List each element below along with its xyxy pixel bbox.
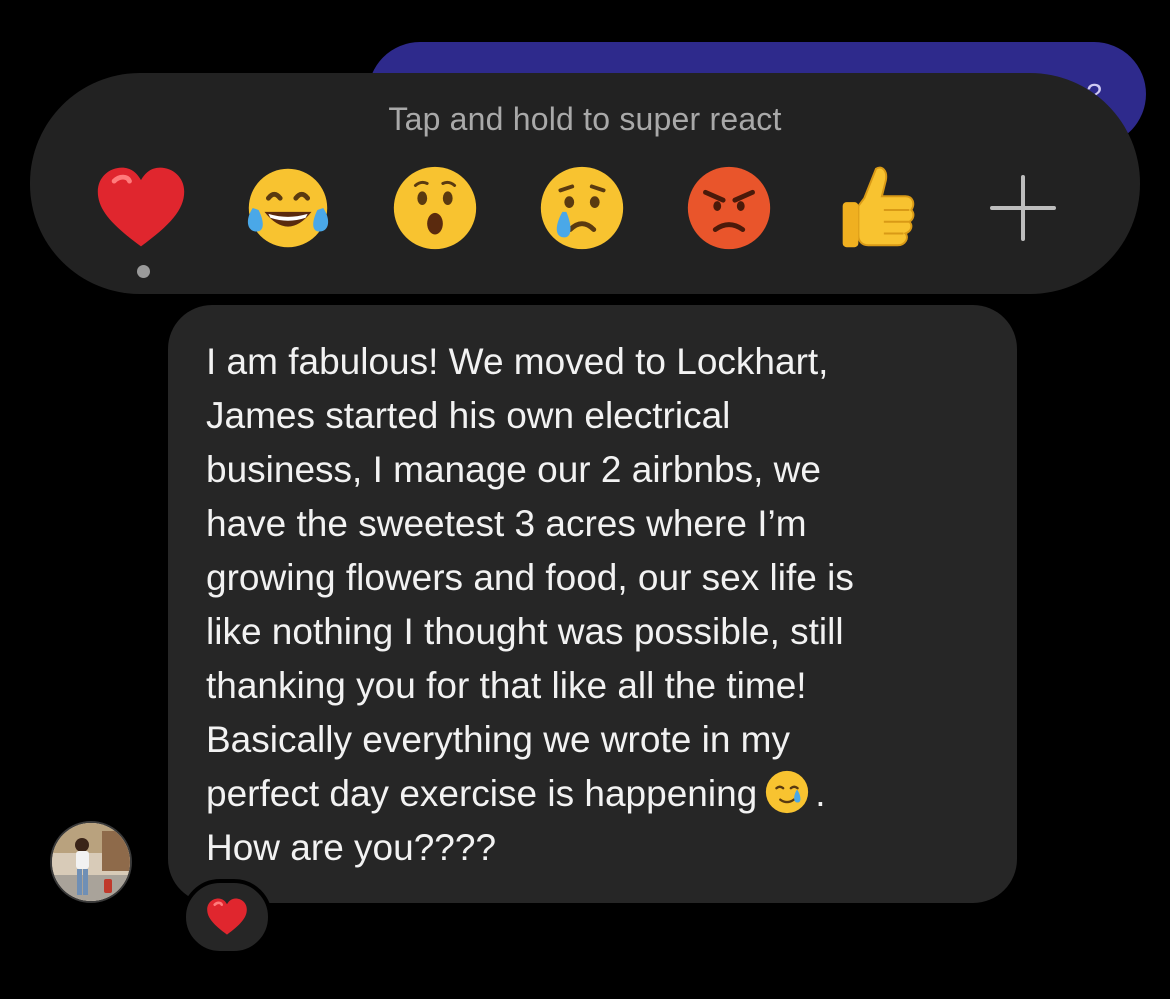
- react-heart-button[interactable]: [92, 159, 190, 257]
- message-reaction-badge[interactable]: [182, 879, 272, 955]
- received-message-bubble[interactable]: I am fabulous! We moved to Lockhart, Jam…: [168, 305, 1017, 903]
- heart-icon: [207, 898, 247, 935]
- heart-icon: [97, 167, 185, 247]
- react-thumbs-up-button[interactable]: [827, 159, 925, 257]
- tears-of-joy-icon: [247, 168, 329, 248]
- reaction-picker: Tap and hold to super react: [30, 73, 1140, 294]
- react-wow-button[interactable]: [386, 159, 484, 257]
- surprised-icon: [393, 166, 477, 250]
- more-reactions-button[interactable]: [974, 159, 1072, 257]
- chat-screen: ? Tap and hold to super react: [0, 0, 1170, 999]
- react-laugh-button[interactable]: [239, 159, 337, 257]
- plus-icon: [990, 175, 1056, 241]
- react-sad-button[interactable]: [533, 159, 631, 257]
- react-angry-button[interactable]: [680, 159, 778, 257]
- avatar-photo: [52, 823, 130, 901]
- avatar[interactable]: [50, 821, 132, 903]
- thumbs-up-icon: [842, 166, 915, 248]
- message-text: I am fabulous! We moved to Lockhart, Jam…: [206, 335, 996, 875]
- crying-icon: [540, 166, 624, 250]
- smiling-face-with-tear-icon: [766, 770, 809, 814]
- message-body: I am fabulous! We moved to Lockhart, Jam…: [206, 341, 854, 814]
- angry-icon: [687, 166, 771, 250]
- selected-reaction-indicator: [137, 265, 150, 278]
- reaction-hint: Tap and hold to super react: [388, 101, 782, 137]
